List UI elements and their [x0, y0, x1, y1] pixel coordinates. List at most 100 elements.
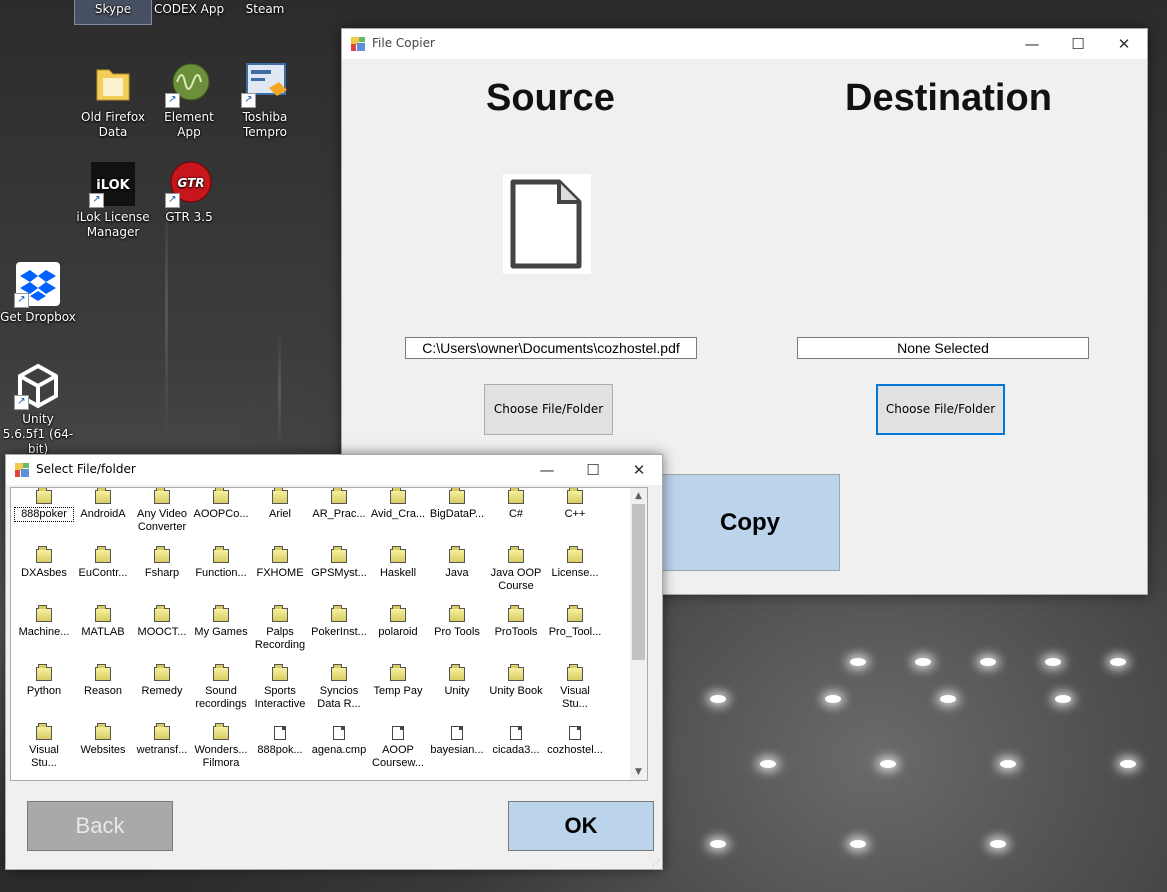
- folder-item[interactable]: C++: [546, 488, 604, 521]
- folder-item[interactable]: MOOCT...: [133, 605, 191, 639]
- file-copier-titlebar[interactable]: File Copier — ☐ ✕: [342, 29, 1147, 59]
- folder-item[interactable]: Any Video Converter: [133, 488, 191, 534]
- folder-item[interactable]: Haskell: [369, 546, 427, 580]
- item-label: Visual Stu...: [29, 744, 59, 769]
- file-icon: [510, 726, 522, 740]
- folder-item[interactable]: Python: [15, 664, 73, 698]
- maximize-button[interactable]: ☐: [1055, 29, 1101, 59]
- folder-item[interactable]: 888poker: [14, 488, 74, 522]
- gtr-icon: GTR ↗: [165, 160, 213, 208]
- file-icon: [333, 726, 345, 740]
- folder-item[interactable]: License...: [546, 546, 604, 580]
- folder-item[interactable]: Machine...: [15, 605, 73, 639]
- folder-item[interactable]: Pro_Tool...: [546, 605, 604, 639]
- folder-icon: [567, 488, 583, 504]
- runway-light: [880, 760, 896, 768]
- back-button[interactable]: Back: [27, 801, 173, 851]
- dialog-titlebar[interactable]: Select File/folder — ☐ ✕: [6, 455, 662, 485]
- folder-item[interactable]: PokerInst...: [310, 605, 368, 639]
- minimize-button[interactable]: —: [524, 455, 570, 485]
- folder-item[interactable]: AR_Prac...: [310, 488, 368, 521]
- folder-item[interactable]: BigDataP...: [428, 488, 486, 521]
- minimize-button[interactable]: —: [1009, 29, 1055, 59]
- desktop-icon-skype[interactable]: Skype: [74, 0, 152, 25]
- desktop-icon-steam[interactable]: Steam: [227, 0, 303, 17]
- maximize-button[interactable]: ☐: [570, 455, 616, 485]
- file-item[interactable]: agena.cmp: [310, 726, 368, 757]
- desktop-icon-gtr[interactable]: GTR ↗ GTR 3.5: [151, 160, 227, 225]
- folder-item[interactable]: Pro Tools: [428, 605, 486, 639]
- close-button[interactable]: ✕: [616, 455, 662, 485]
- source-path-field[interactable]: C:\Users\owner\Documents\cozhostel.pdf: [405, 337, 697, 359]
- choose-source-button[interactable]: Choose File/Folder: [484, 384, 613, 435]
- folder-item[interactable]: Wonders... Filmora: [192, 723, 250, 770]
- copy-button[interactable]: Copy: [660, 474, 840, 571]
- file-item[interactable]: AOOP Coursew...: [369, 726, 427, 770]
- folder-item[interactable]: Temp Pay: [369, 664, 427, 698]
- app-icon: [351, 37, 365, 51]
- choose-destination-button[interactable]: Choose File/Folder: [876, 384, 1005, 435]
- item-label: My Games: [194, 626, 248, 638]
- folder-item[interactable]: Function...: [192, 546, 250, 580]
- folder-item[interactable]: EuContr...: [74, 546, 132, 580]
- folder-item[interactable]: Palps Recording: [251, 605, 309, 652]
- file-item[interactable]: 888pok...: [251, 726, 309, 757]
- folder-item[interactable]: Sound recordings: [192, 664, 250, 711]
- folder-item[interactable]: Websites: [74, 723, 132, 757]
- folder-item[interactable]: Java: [428, 546, 486, 580]
- desktop-icon-unity[interactable]: ↗ Unity 5.6.5f1 (64-bit): [0, 362, 76, 457]
- destination-path-field[interactable]: None Selected: [797, 337, 1089, 359]
- folder-item[interactable]: Ariel: [251, 488, 309, 521]
- desktop-icon-label: GTR 3.5: [165, 210, 213, 224]
- ok-button[interactable]: OK: [508, 801, 654, 851]
- folder-item[interactable]: Visual Stu...: [15, 723, 73, 770]
- item-label: MATLAB: [81, 626, 125, 638]
- desktop-icon-old-firefox-data[interactable]: Old Firefox Data: [75, 60, 151, 140]
- folder-item[interactable]: Java OOP Course: [487, 546, 545, 593]
- file-item[interactable]: bayesian...: [428, 726, 486, 757]
- item-label: Ariel: [268, 508, 291, 520]
- vertical-scrollbar[interactable]: ▲ ▼: [630, 488, 647, 780]
- folder-item[interactable]: polaroid: [369, 605, 427, 639]
- folder-item[interactable]: C#: [487, 488, 545, 521]
- scrollbar-thumb[interactable]: [632, 504, 645, 660]
- folder-item[interactable]: Reason: [74, 664, 132, 698]
- folder-item[interactable]: Fsharp: [133, 546, 191, 580]
- folder-item[interactable]: Syncios Data R...: [310, 664, 368, 711]
- folder-icon: [567, 664, 583, 681]
- folder-item[interactable]: My Games: [192, 605, 250, 639]
- folder-item[interactable]: DXAsbes: [15, 546, 73, 580]
- folder-item[interactable]: Remedy: [133, 664, 191, 698]
- desktop-icon-ilok[interactable]: iLOK ↗ iLok License Manager: [75, 160, 151, 240]
- item-label: cicada3...: [492, 744, 540, 756]
- folder-item[interactable]: GPSMyst...: [310, 546, 368, 580]
- desktop-icon-element-app[interactable]: ↗ Element App: [151, 60, 227, 140]
- folder-item[interactable]: wetransf...: [133, 723, 191, 757]
- desktop-icon-get-dropbox[interactable]: ↗ Get Dropbox: [0, 260, 76, 325]
- folder-item[interactable]: FXHOME: [251, 546, 309, 580]
- folder-item[interactable]: MATLAB: [74, 605, 132, 639]
- folder-item[interactable]: AndroidA: [74, 488, 132, 521]
- desktop-icon-label: Get Dropbox: [0, 310, 76, 324]
- folder-item[interactable]: AOOPCo...: [192, 488, 250, 521]
- desktop-icon-codex-app[interactable]: CODEX App: [151, 0, 227, 17]
- file-item[interactable]: cicada3...: [487, 726, 545, 757]
- folder-item[interactable]: Visual Stu...: [546, 664, 604, 711]
- file-list[interactable]: 888poker AndroidA Any Video Converter AOOPC…: [10, 487, 648, 781]
- folder-item[interactable]: Sports Interactive: [251, 664, 309, 711]
- folder-item[interactable]: ProTools: [487, 605, 545, 639]
- scroll-down-icon[interactable]: ▼: [630, 764, 647, 780]
- runway-light: [710, 840, 726, 848]
- desktop-icon-toshiba-tempro[interactable]: ↗ Toshiba Tempro: [227, 60, 303, 140]
- file-item[interactable]: cozhostel...: [546, 726, 604, 757]
- scroll-up-icon[interactable]: ▲: [630, 488, 647, 504]
- shortcut-arrow-icon: ↗: [165, 193, 180, 208]
- folder-icon: [154, 723, 170, 740]
- resize-grip-icon[interactable]: ⋰: [652, 859, 660, 867]
- folder-item[interactable]: Unity: [428, 664, 486, 698]
- folder-item[interactable]: Unity Book: [487, 664, 545, 698]
- source-heading: Source: [486, 77, 615, 119]
- folder-item[interactable]: Avid_Cra...: [369, 488, 427, 521]
- close-button[interactable]: ✕: [1101, 29, 1147, 59]
- item-label: C++: [564, 508, 586, 520]
